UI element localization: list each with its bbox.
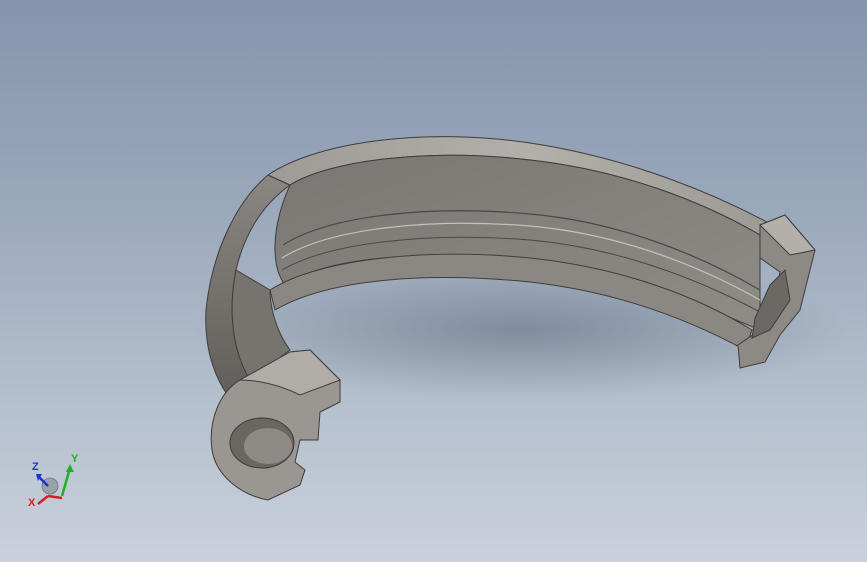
left-end-hole-inner — [244, 428, 292, 464]
x-axis-line-2 — [47, 494, 63, 500]
y-axis-label: Y — [71, 453, 79, 465]
z-axis-label: Z — [32, 461, 39, 473]
axis-triad: X Y Z — [28, 453, 79, 509]
x-axis-line — [37, 495, 49, 505]
x-axis-label: X — [28, 497, 36, 509]
3d-viewport[interactable]: X Y Z — [0, 0, 867, 562]
y-axis-arrow — [66, 464, 74, 472]
y-axis-line — [60, 467, 72, 497]
bearing-seal-model[interactable] — [0, 0, 867, 562]
triad-origin — [41, 477, 59, 495]
